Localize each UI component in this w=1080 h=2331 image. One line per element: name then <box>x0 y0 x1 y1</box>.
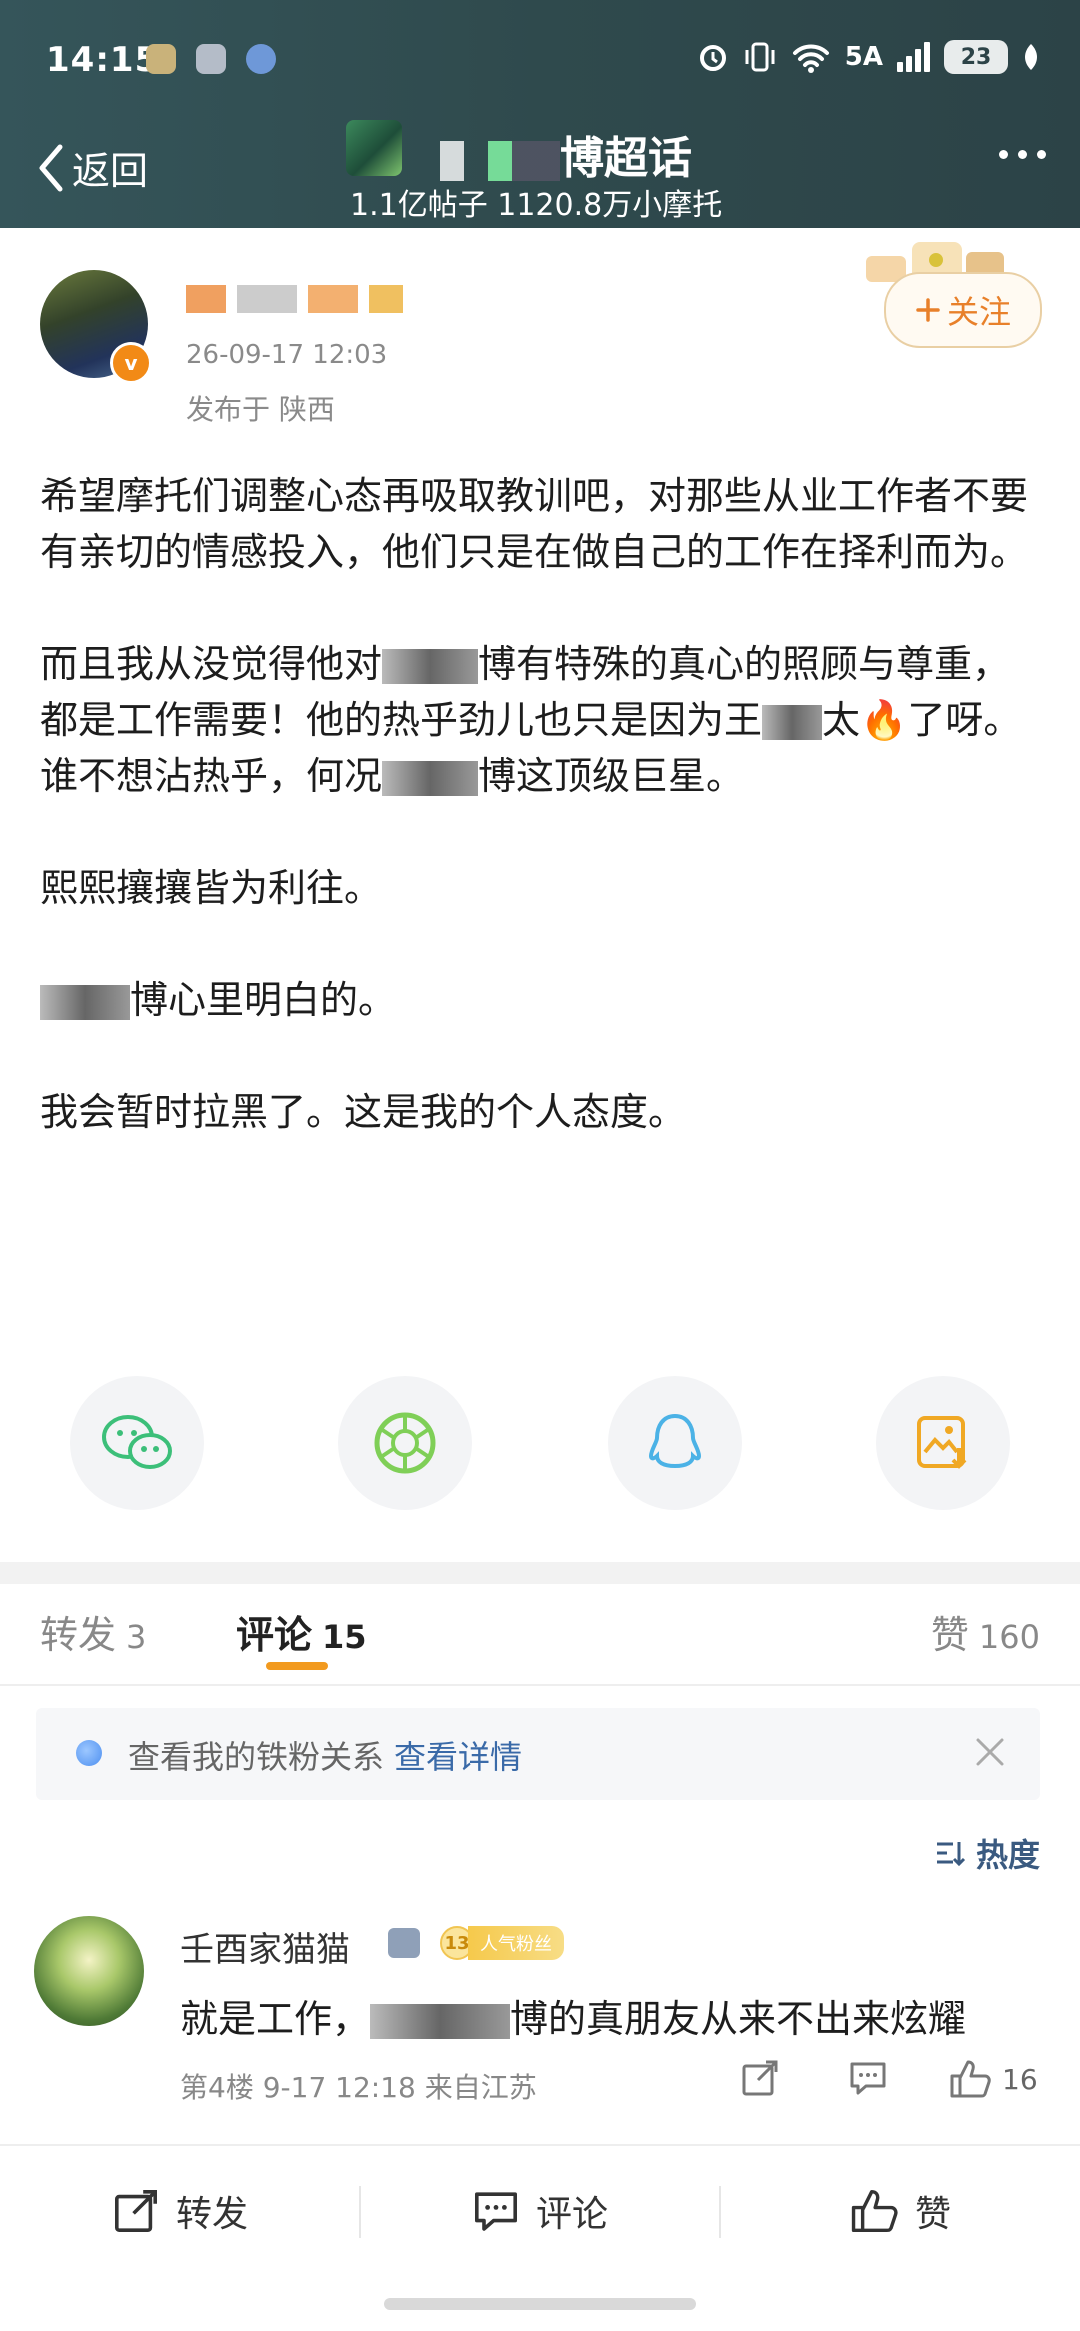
header: 14:15 5A 23 返回 博超话 1.1亿帖子 1120.8万小摩托 <box>0 0 1080 228</box>
save-image-button[interactable] <box>876 1376 1010 1510</box>
fan-level-badge: 13 人气粉丝 <box>440 1926 564 1960</box>
sort-icon <box>936 1842 966 1867</box>
save-image-icon <box>917 1416 967 1469</box>
sort-button[interactable]: 热度 <box>934 1830 1040 1876</box>
wechat-icon <box>102 1415 172 1469</box>
section-divider <box>0 1562 1080 1584</box>
tab-like[interactable]: 赞 160 <box>931 1604 1040 1659</box>
toolbar-like-button[interactable]: 赞 <box>720 2146 1080 2276</box>
comment-icon <box>474 2192 517 2231</box>
vibrate-icon <box>745 42 775 72</box>
battery-icon: 23 <box>944 40 1008 74</box>
post-time: 26-09-17 12:03 <box>186 340 388 370</box>
follow-button[interactable]: 关注 <box>884 272 1042 348</box>
network-label: 5A <box>844 42 883 72</box>
nav-bar: 返回 博超话 1.1亿帖子 1120.8万小摩托 <box>0 120 1080 228</box>
iron-fans-banner: 查看我的铁粉关系 查看详情 <box>36 1708 1040 1800</box>
alarm-icon <box>699 45 726 71</box>
comment-meta: 第4楼 9-17 12:18 来自江苏 <box>180 2071 537 2104</box>
bottom-toolbar: 转发 评论 赞 <box>0 2144 1080 2276</box>
app-notification-icon <box>246 44 276 74</box>
fans-details-link[interactable]: 查看详情 <box>394 1738 522 1776</box>
post-paragraph: 熙熙攘攘皆为利往。 <box>40 866 383 910</box>
wifi-icon <box>792 44 829 73</box>
post-paragraph: 希望摩托们调整心态再吸取教训吧，对那些从业工作者不要有亲切的情感投入，他们只是在… <box>40 474 1029 574</box>
app-notification-icon <box>146 44 176 74</box>
share-wechat-button[interactable] <box>70 1376 204 1510</box>
fan-badge-label: 人气粉丝 <box>468 1926 564 1960</box>
toolbar-repost-button[interactable]: 转发 <box>0 2146 360 2276</box>
share-moments-button[interactable] <box>338 1376 472 1510</box>
share-row <box>0 1376 1080 1516</box>
signal-icon <box>897 42 930 72</box>
verified-badge-icon: v <box>110 342 152 384</box>
post-location: 发布于 陕西 <box>186 393 335 426</box>
home-indicator[interactable] <box>384 2298 696 2310</box>
thumbs-up-icon <box>851 2189 898 2233</box>
comment-like-button[interactable]: 16 <box>948 2058 1038 2100</box>
post-paragraph: 我会暂时拉黑了。这是我的个人态度。 <box>40 1090 687 1134</box>
fans-banner-text: 查看我的铁粉关系 查看详情 <box>128 1738 523 1776</box>
back-button[interactable]: 返回 <box>36 140 148 195</box>
status-time: 14:15 <box>46 40 160 80</box>
tab-comment[interactable]: 评论 15 <box>236 1604 367 1659</box>
leaf-icon <box>1025 44 1037 70</box>
topic-thumbnail <box>346 120 402 176</box>
topic-stats: 1.1亿帖子 1120.8万小摩托 <box>350 188 723 223</box>
comment-text: 就是工作， 博的真朋友从来不出来炫耀 <box>180 1997 967 2041</box>
comment-icon <box>850 2062 886 2095</box>
divider <box>0 1684 1080 1686</box>
share-icon <box>742 2060 778 2096</box>
interaction-tabs: 转发 3 评论 15 赞 160 <box>0 1584 1080 1684</box>
fans-badge-icon <box>76 1740 102 1766</box>
commenter-name[interactable]: 壬酉家猫猫 <box>180 1922 350 1971</box>
close-icon[interactable] <box>970 1732 1010 1772</box>
chevron-left-icon <box>39 144 63 191</box>
qq-icon <box>648 1413 702 1469</box>
status-bar: 14:15 5A 23 <box>0 0 1080 120</box>
thumbs-up-icon <box>950 2060 991 2098</box>
more-button[interactable] <box>999 150 1046 159</box>
app-notification-icon <box>196 44 226 74</box>
toolbar-comment-button[interactable]: 评论 <box>360 2146 720 2276</box>
status-indicators: 5A 23 <box>697 40 1040 74</box>
commenter-avatar[interactable] <box>34 1916 144 2026</box>
comment-repost-button[interactable] <box>740 2058 780 2098</box>
comment-reply-button[interactable] <box>848 2058 888 2098</box>
author-name[interactable] <box>186 278 404 316</box>
post-paragraph: 博心里明白的。 <box>40 972 1040 1028</box>
back-label: 返回 <box>72 149 149 193</box>
plus-icon <box>916 298 940 322</box>
post-content: 希望摩托们调整心态再吸取教训吧，对那些从业工作者不要有亲切的情感投入，他们只是在… <box>40 468 1040 1196</box>
vip-badge-icon <box>388 1928 420 1958</box>
topic-title: 博超话 <box>440 122 692 186</box>
share-qq-button[interactable] <box>608 1376 742 1510</box>
post-paragraph: 而且我从没觉得他对 博有特殊的真心的照顾与尊重，都是工作需要！他的热乎劲儿也只是因… <box>40 642 1022 798</box>
active-tab-indicator <box>266 1662 328 1670</box>
moments-icon <box>374 1412 436 1474</box>
tab-repost[interactable]: 转发 3 <box>40 1604 146 1659</box>
censor-mark <box>440 141 560 181</box>
share-icon <box>114 2190 157 2232</box>
